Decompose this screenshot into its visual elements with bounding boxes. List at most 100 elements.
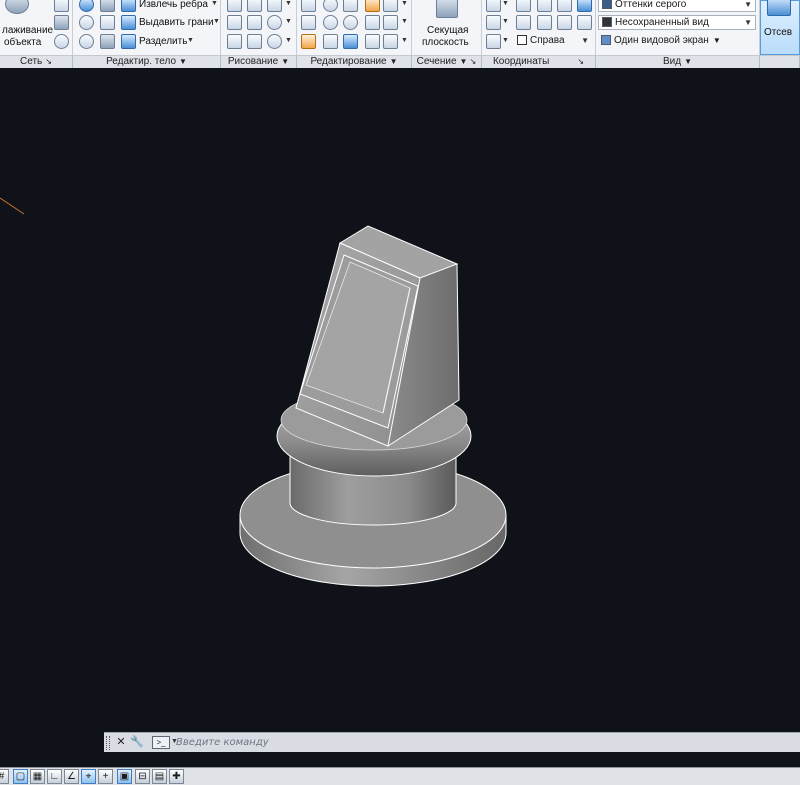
- panel-title-coordinates[interactable]: Координаты ↘: [482, 55, 596, 68]
- loft-icon[interactable]: [247, 0, 262, 12]
- align3d-icon[interactable]: [365, 0, 380, 12]
- scale-icon[interactable]: [365, 15, 380, 30]
- explode-icon[interactable]: [365, 34, 380, 49]
- panel-title-solid-edit[interactable]: Редактир. тело ▼: [73, 55, 221, 68]
- ucs-world-icon[interactable]: [516, 0, 531, 12]
- slice-icon[interactable]: [100, 0, 115, 12]
- ucs-face-icon[interactable]: [557, 0, 572, 12]
- mirror3d-icon[interactable]: [383, 0, 398, 12]
- ucs-origin-icon[interactable]: [486, 15, 501, 30]
- separate-icon[interactable]: [121, 34, 136, 49]
- viewport-config-combo[interactable]: Один видовой экран ▼: [598, 34, 728, 49]
- fillet-icon[interactable]: [323, 15, 338, 30]
- modify-dropdown-1[interactable]: ▼: [401, 0, 408, 7]
- ucs-object-icon[interactable]: [577, 0, 592, 12]
- move3d-icon[interactable]: [343, 0, 358, 12]
- modify-dropdown-2[interactable]: ▼: [401, 18, 408, 25]
- named-view-icon: [602, 17, 612, 27]
- mesh-uncrease-icon[interactable]: [54, 34, 69, 49]
- section-plane-label-line2[interactable]: плоскость: [422, 36, 469, 49]
- rotate-icon[interactable]: [343, 15, 358, 30]
- rectangle-icon[interactable]: [247, 34, 262, 49]
- interfere-icon[interactable]: [100, 15, 115, 30]
- ucs-view-dropdown[interactable]: ▼: [502, 37, 509, 44]
- extrude-faces-dropdown[interactable]: ▼: [213, 18, 220, 25]
- draw-dropdown-3[interactable]: ▼: [285, 37, 292, 44]
- separate-dropdown[interactable]: ▼: [187, 37, 194, 44]
- panel-title-view[interactable]: Вид ▼: [596, 55, 760, 68]
- clip-button[interactable]: Отсев: [760, 0, 800, 55]
- smooth-object-icon[interactable]: [5, 0, 29, 14]
- panel-title-draw[interactable]: Рисование ▼: [221, 55, 297, 68]
- ucs-origin-dropdown[interactable]: ▼: [502, 18, 509, 25]
- view-right-combo[interactable]: Справа ▼: [514, 34, 592, 49]
- visual-style-combo[interactable]: Оттенки серого ▼: [598, 0, 756, 12]
- circle-icon[interactable]: [267, 15, 282, 30]
- quick-properties-icon[interactable]: ✚: [169, 769, 184, 784]
- polar-tracking-icon[interactable]: ∠: [64, 769, 79, 784]
- ucs-z-icon[interactable]: [557, 15, 572, 30]
- panel-section: Секущая плоскость: [412, 0, 482, 55]
- mesh-crease-icon[interactable]: [54, 15, 69, 30]
- panel-title-modify[interactable]: Редактирование ▼: [297, 55, 412, 68]
- mesh-refine-icon[interactable]: [54, 0, 69, 12]
- panel-solid-edit: Извлечь ребра ▼ Выдавить грани ▼ Раздели…: [73, 0, 221, 55]
- object-snap-icon[interactable]: ⌖: [81, 769, 96, 784]
- ucs-previous-icon[interactable]: [537, 0, 552, 12]
- revolve-icon[interactable]: [227, 0, 242, 12]
- ucs-dropdown[interactable]: ▼: [502, 0, 509, 7]
- section-plane-icon[interactable]: [436, 0, 458, 18]
- close-icon[interactable]: ✕: [114, 735, 128, 750]
- grid-display-icon[interactable]: ▦: [30, 769, 45, 784]
- model-viewport[interactable]: [0, 68, 800, 732]
- coordinates-toggle-icon[interactable]: #: [0, 769, 9, 784]
- ellipse-icon[interactable]: [267, 34, 282, 49]
- pen-icon[interactable]: [301, 34, 316, 49]
- spline-icon[interactable]: [227, 15, 242, 30]
- extract-edges-icon[interactable]: [121, 0, 136, 12]
- draw-dropdown-1[interactable]: ▼: [285, 0, 292, 7]
- extrude-faces-icon[interactable]: [121, 15, 136, 30]
- extract-edges-label[interactable]: Извлечь ребра: [139, 0, 208, 11]
- ucs-3point-icon[interactable]: [577, 15, 592, 30]
- extrude-faces-label[interactable]: Выдавить грани: [139, 16, 214, 29]
- ucs-x-icon[interactable]: [516, 15, 531, 30]
- draw-dropdown-2[interactable]: ▼: [285, 18, 292, 25]
- intersect-icon[interactable]: [79, 34, 94, 49]
- dynamic-ucs-icon[interactable]: ▣: [117, 769, 132, 784]
- 3d-model[interactable]: [239, 225, 507, 587]
- command-input[interactable]: Введите команду: [176, 735, 776, 751]
- snap-mode-icon[interactable]: ▢: [13, 769, 28, 784]
- panel-title-section[interactable]: Сечение ▼ ↘: [412, 55, 482, 68]
- extract-edges-dropdown[interactable]: ▼: [211, 0, 218, 7]
- ucs-icon[interactable]: [486, 0, 501, 12]
- ucs-y-icon[interactable]: [537, 15, 552, 30]
- smooth-object-label-line2[interactable]: объекта: [4, 36, 41, 49]
- chamfer-icon[interactable]: [383, 15, 398, 30]
- panel-title-mesh[interactable]: Сеть ↘: [0, 55, 73, 68]
- command-prompt-icon[interactable]: >_: [152, 736, 170, 749]
- triangle-icon[interactable]: [323, 34, 338, 49]
- grid-icon[interactable]: [383, 34, 398, 49]
- offset-icon[interactable]: [301, 0, 316, 12]
- sweep-icon[interactable]: [267, 0, 282, 12]
- thicken-icon[interactable]: [100, 34, 115, 49]
- array-icon[interactable]: [301, 15, 316, 30]
- named-view-combo[interactable]: Несохраненный вид ▼: [598, 15, 756, 30]
- lineweight-icon[interactable]: ▤: [152, 769, 167, 784]
- union-icon[interactable]: [79, 0, 94, 12]
- dynamic-input-icon[interactable]: ⊟: [135, 769, 150, 784]
- rotate3d-icon[interactable]: [323, 0, 338, 12]
- separate-label[interactable]: Разделить: [139, 35, 187, 48]
- command-line-grip[interactable]: [106, 736, 110, 750]
- stretch-icon[interactable]: [343, 34, 358, 49]
- polygon-icon[interactable]: [227, 34, 242, 49]
- wrench-icon[interactable]: 🔧: [130, 735, 144, 750]
- ucs-view-icon[interactable]: [486, 34, 501, 49]
- modify-dropdown-3[interactable]: ▼: [401, 37, 408, 44]
- ortho-mode-icon[interactable]: ∟: [47, 769, 62, 784]
- snap-tracking-icon[interactable]: +: [98, 769, 113, 784]
- subtract-icon[interactable]: [79, 15, 94, 30]
- line-icon[interactable]: [247, 15, 262, 30]
- viewport-config-icon: [601, 35, 611, 45]
